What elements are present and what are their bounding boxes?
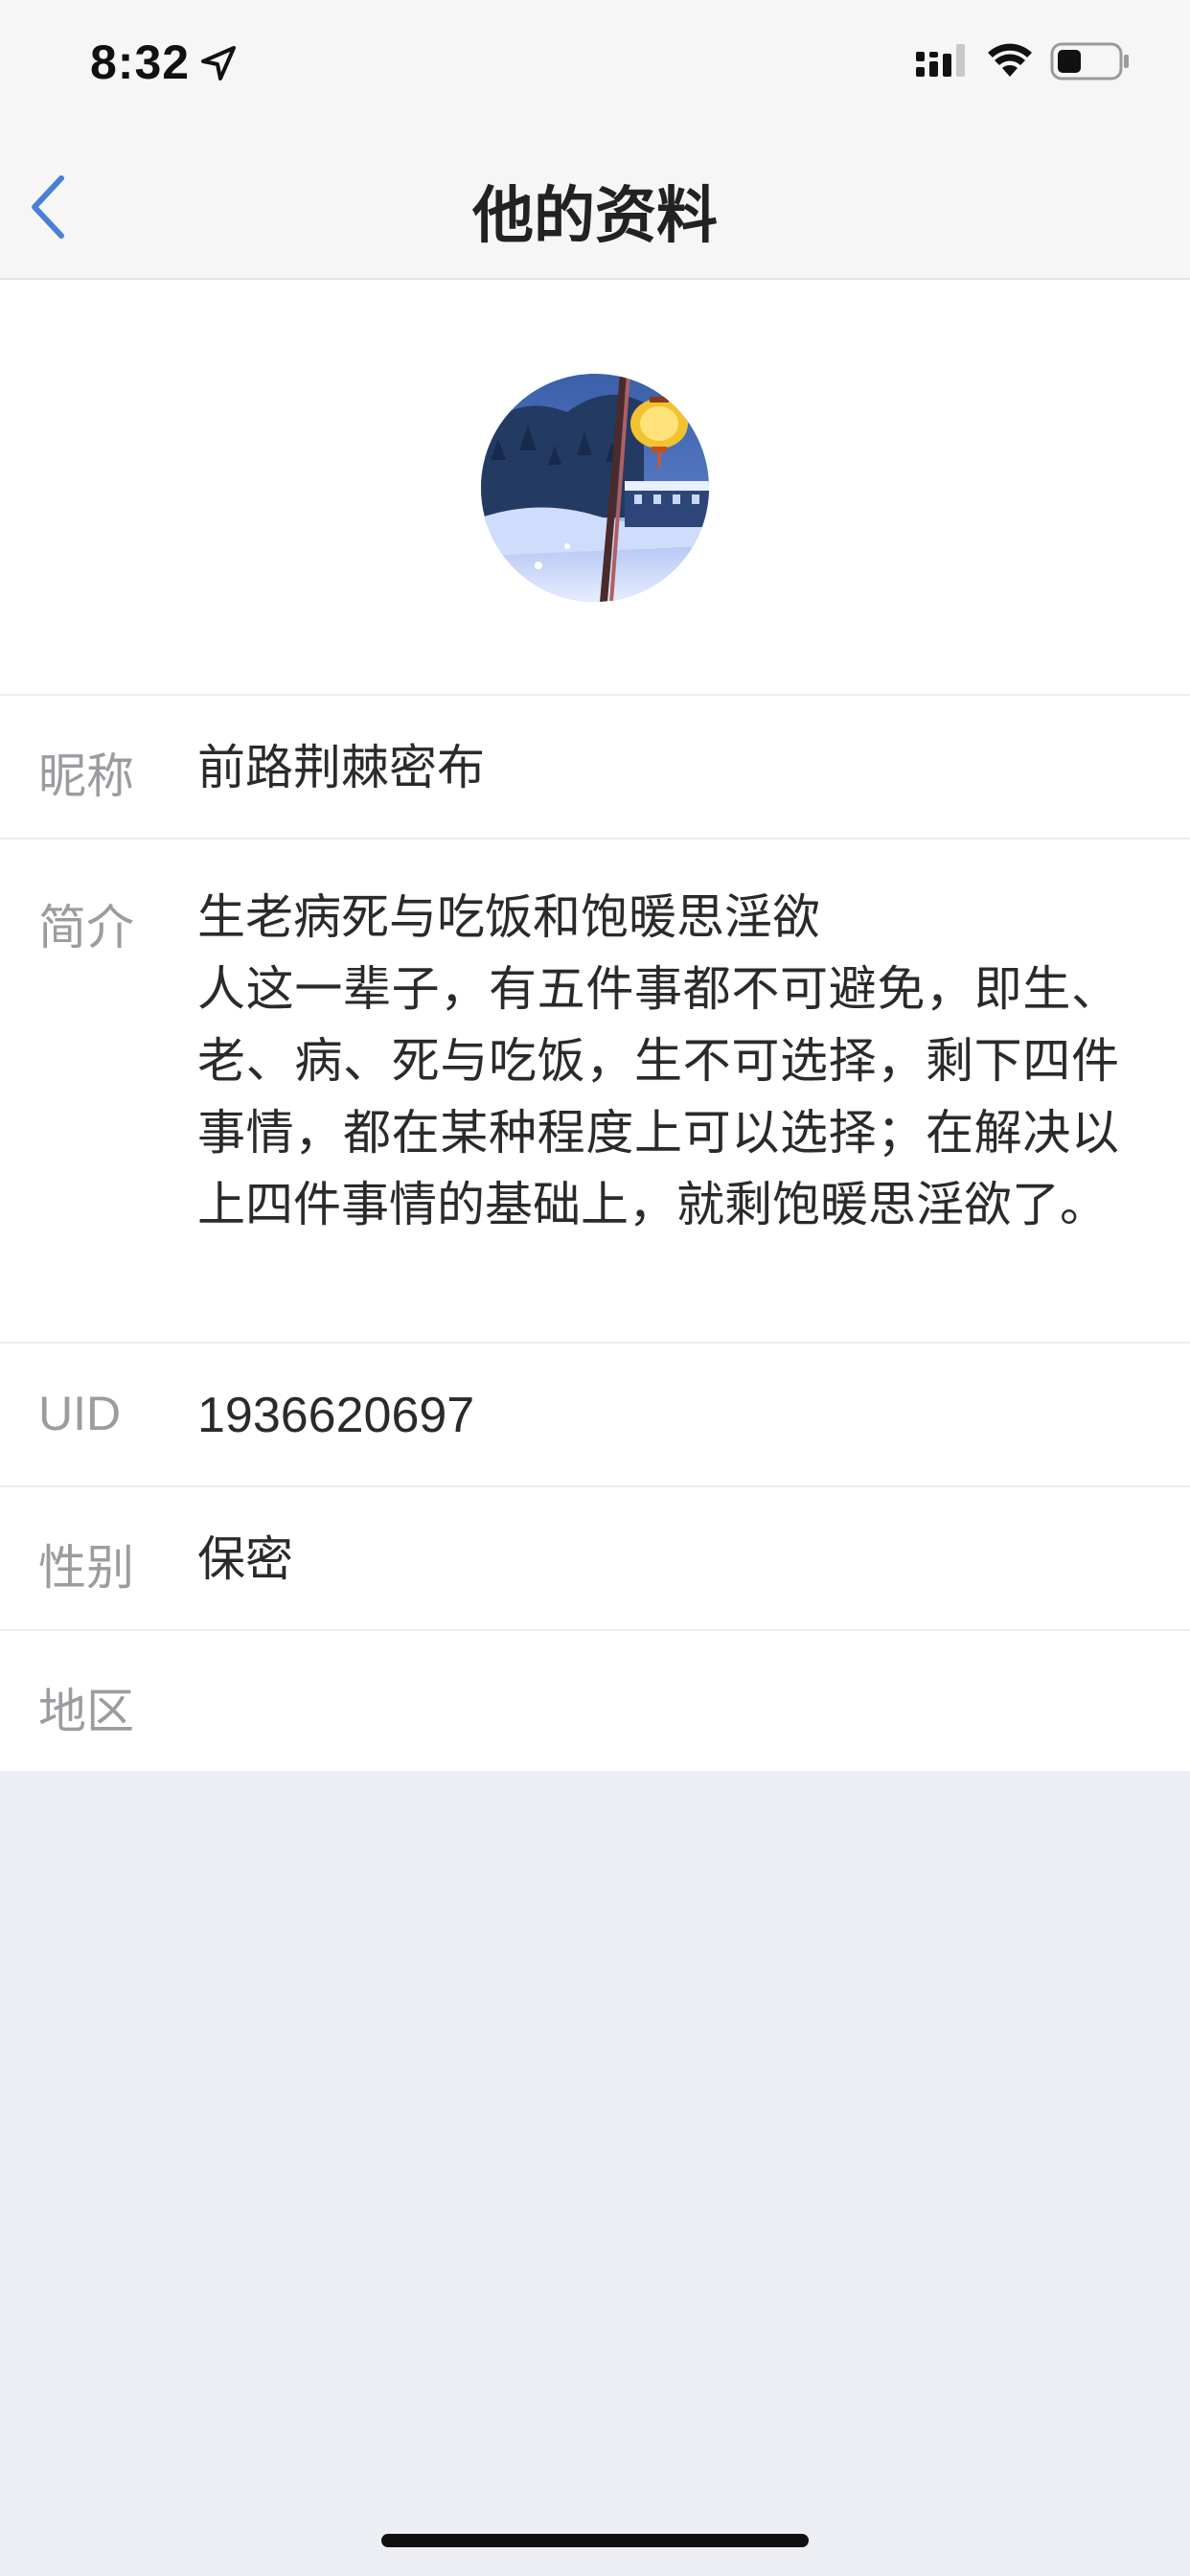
avatar[interactable] [481, 374, 709, 602]
location-arrow-icon [201, 46, 236, 80]
cellular-signal-icon [916, 44, 965, 77]
status-bar: 8:32 [0, 0, 1190, 125]
status-time: 8:32 [90, 35, 191, 89]
nickname-value: 前路荆棘密布 [197, 740, 485, 795]
avatar-section [0, 280, 1190, 696]
home-indicator[interactable] [381, 2534, 809, 2547]
avatar-photo [481, 374, 709, 602]
region-row: 地区 [0, 1631, 1190, 1771]
nickname-row: 昵称 前路荆棘密布 [0, 696, 1190, 840]
bio-row: 简介 生老病死与吃饭和饱暖思淫欲 人这一辈子，有五件事都不可避免，即生、老、病、… [0, 840, 1190, 1344]
navigation-bar: 他的资料 [0, 125, 1190, 280]
gender-value: 保密 [197, 1531, 293, 1587]
uid-label: UID [38, 1387, 122, 1440]
bio-label: 简介 [38, 900, 134, 955]
wifi-icon [988, 43, 1032, 77]
uid-row: UID 1936620697 [0, 1344, 1190, 1487]
region-label: 地区 [38, 1684, 134, 1739]
gender-row: 性别 保密 [0, 1487, 1190, 1631]
battery-icon [1050, 42, 1129, 80]
gender-label: 性别 [38, 1540, 134, 1596]
profile-screen: 8:32 他的资料 昵称 前路荆棘密布 简介 生老病死与吃饭和饱暖思淫欲 人这一… [0, 0, 1190, 2576]
bio-value: 生老病死与吃饭和饱暖思淫欲 人这一辈子，有五件事都不可避免，即生、老、病、死与吃… [197, 889, 1119, 1232]
profile-card: 昵称 前路荆棘密布 简介 生老病死与吃饭和饱暖思淫欲 人这一辈子，有五件事都不可… [0, 280, 1190, 1771]
nickname-label: 昵称 [38, 748, 134, 804]
page-title: 他的资料 [472, 181, 718, 252]
uid-value: 1936620697 [197, 1388, 475, 1443]
